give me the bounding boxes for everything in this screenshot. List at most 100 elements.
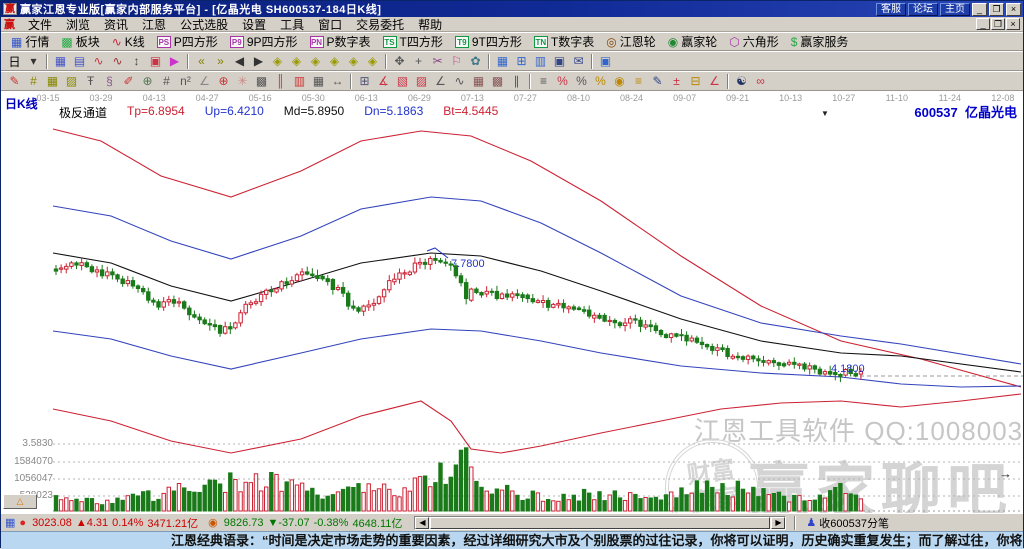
- right-scroll-arrow-icon[interactable]: →: [999, 466, 1012, 481]
- winner-wheel-button[interactable]: ◉赢家轮: [662, 33, 724, 50]
- target-icon[interactable]: ⊕: [214, 73, 233, 90]
- grid-view-icon[interactable]: ▦: [51, 53, 70, 70]
- t-number-table-button[interactable]: TNT数字表: [528, 33, 600, 50]
- shade-box2-icon[interactable]: ▨: [412, 73, 431, 90]
- flag-icon[interactable]: ⚐: [447, 53, 466, 70]
- play-animation-icon[interactable]: ▶: [165, 53, 184, 70]
- child-restore-button[interactable]: ❐: [991, 18, 1005, 30]
- diamond-nav-6-icon[interactable]: ◈: [363, 53, 382, 70]
- comb-lines-icon[interactable]: #: [157, 73, 176, 90]
- shenzhen-index-status[interactable]: ◉ 9826.73 ▼-37.07 -0.38% 4648.11亿: [206, 515, 402, 531]
- hexagon-tool-button[interactable]: ⬡六角形: [723, 33, 785, 50]
- spiral-icon[interactable]: §: [100, 73, 119, 90]
- gann-grid-icon[interactable]: #: [24, 73, 43, 90]
- hand-drag-icon[interactable]: ✥: [390, 53, 409, 70]
- diamond-nav-4-icon[interactable]: ◈: [325, 53, 344, 70]
- tick-data-panel[interactable]: ♟ 收600537分笔: [800, 515, 895, 531]
- fence-icon[interactable]: ▥: [290, 73, 309, 90]
- star-burst-icon[interactable]: ✳: [233, 73, 252, 90]
- kline-color-icon[interactable]: ▣: [146, 53, 165, 70]
- percent-red-icon[interactable]: %: [553, 73, 572, 90]
- angle-tool-icon[interactable]: ∠: [195, 73, 214, 90]
- market-quote-button[interactable]: ▦行情: [5, 33, 55, 50]
- percent-gold-icon[interactable]: %: [591, 73, 610, 90]
- shanghai-index-status[interactable]: ● 3023.08 ▲4.31 0.14% 3471.21亿: [17, 515, 198, 531]
- customer-service-button[interactable]: 客服: [876, 3, 906, 16]
- trend-line2-icon[interactable]: ∿: [108, 53, 127, 70]
- forum-button[interactable]: 论坛: [908, 3, 938, 16]
- gold-circle-icon[interactable]: ◉: [610, 73, 629, 90]
- sector-blocks-button[interactable]: ▩板块: [55, 33, 105, 50]
- menu-1[interactable]: 浏览: [59, 16, 97, 33]
- menu-9[interactable]: 帮助: [411, 16, 449, 33]
- zigzag-icon[interactable]: ∿: [450, 73, 469, 90]
- infinity-icon[interactable]: ∞: [751, 73, 770, 90]
- menu-2[interactable]: 资讯: [97, 16, 135, 33]
- kline-chart-button[interactable]: ∿K线: [106, 33, 151, 50]
- winner-service-button[interactable]: $赢家服务: [785, 33, 855, 50]
- scroll-thumb[interactable]: [430, 517, 770, 529]
- calendar-icon[interactable]: ▦: [493, 53, 512, 70]
- mail-icon[interactable]: ✉: [569, 53, 588, 70]
- angle2-icon[interactable]: ∠: [431, 73, 450, 90]
- candle-toggle-icon[interactable]: ↕: [127, 53, 146, 70]
- diamond-nav-5-icon[interactable]: ◈: [344, 53, 363, 70]
- gold-box-icon[interactable]: ⊟: [686, 73, 705, 90]
- window-grid-icon[interactable]: ▦: [309, 73, 328, 90]
- ink-pen-icon[interactable]: ✎: [648, 73, 667, 90]
- menu-7[interactable]: 窗口: [311, 16, 349, 33]
- compass-pen-icon[interactable]: ✐: [119, 73, 138, 90]
- child-minimize-button[interactable]: _: [976, 18, 990, 30]
- gann-box-icon[interactable]: ▦: [43, 73, 62, 90]
- t-square-button[interactable]: TST四方形: [377, 33, 449, 50]
- crosshair-add-icon[interactable]: +: [409, 53, 428, 70]
- horizontal-scrollbar[interactable]: ◀ ▶: [414, 516, 786, 530]
- gann-fan-icon[interactable]: ▨: [62, 73, 81, 90]
- period-dropdown-icon[interactable]: ▾: [24, 53, 43, 70]
- diamond-nav-2-icon[interactable]: ◈: [287, 53, 306, 70]
- close-button[interactable]: ×: [1006, 3, 1021, 16]
- next-bar-icon[interactable]: ▶: [249, 53, 268, 70]
- notebook-icon[interactable]: ▥: [531, 53, 550, 70]
- rays-fan-icon[interactable]: ∡: [374, 73, 393, 90]
- yinyang-icon[interactable]: ☯: [732, 73, 751, 90]
- 9p-square-button[interactable]: P99P四方形: [224, 33, 304, 50]
- percent-icon[interactable]: %: [572, 73, 591, 90]
- scroll-right-button[interactable]: ▶: [771, 517, 785, 529]
- draw-pen-icon[interactable]: ✎: [5, 73, 24, 90]
- price-ruler-icon[interactable]: Ŧ: [81, 73, 100, 90]
- scroll-left-button[interactable]: ◀: [415, 517, 429, 529]
- span-arrows-icon[interactable]: ↔: [328, 73, 347, 90]
- levels-icon[interactable]: ≡: [534, 73, 553, 90]
- first-bar-icon[interactable]: «: [192, 53, 211, 70]
- grid-dark-icon[interactable]: ▩: [488, 73, 507, 90]
- menu-6[interactable]: 工具: [273, 16, 311, 33]
- frame-box-icon[interactable]: ⊞: [355, 73, 374, 90]
- homepage-button[interactable]: 主页: [940, 3, 970, 16]
- grid-red-icon[interactable]: ▦: [469, 73, 488, 90]
- chart-alert-button[interactable]: △: [3, 494, 37, 509]
- quote-grid-icon[interactable]: ▦: [5, 516, 15, 529]
- child-close-button[interactable]: ×: [1006, 18, 1020, 30]
- p-square-button[interactable]: PSP四方形: [151, 33, 224, 50]
- menu-5[interactable]: 设置: [235, 16, 273, 33]
- dense-grid-icon[interactable]: ▩: [252, 73, 271, 90]
- restore-button[interactable]: ❐: [989, 3, 1004, 16]
- 9t-square-button[interactable]: T99T四方形: [449, 33, 528, 50]
- trend-line-icon[interactable]: ∿: [89, 53, 108, 70]
- menu-3[interactable]: 江恩: [135, 16, 173, 33]
- prev-bar-icon[interactable]: ◀: [230, 53, 249, 70]
- parallel-lines-icon[interactable]: ∥: [507, 73, 526, 90]
- diamond-nav-3-icon[interactable]: ◈: [306, 53, 325, 70]
- pattern-icon[interactable]: ✿: [466, 53, 485, 70]
- cut-icon[interactable]: ✂: [428, 53, 447, 70]
- gold-section-icon[interactable]: ≡: [629, 73, 648, 90]
- info-panel-icon[interactable]: ▤: [70, 53, 89, 70]
- vertical-lines-icon[interactable]: ║: [271, 73, 290, 90]
- diamond-nav-1-icon[interactable]: ◈: [268, 53, 287, 70]
- gann-wheel-button[interactable]: ◎江恩轮: [600, 33, 662, 50]
- minimize-button[interactable]: _: [972, 3, 987, 16]
- p-number-table-button[interactable]: PNP数字表: [304, 33, 377, 50]
- save-icon[interactable]: ▣: [550, 53, 569, 70]
- last-bar-icon[interactable]: »: [211, 53, 230, 70]
